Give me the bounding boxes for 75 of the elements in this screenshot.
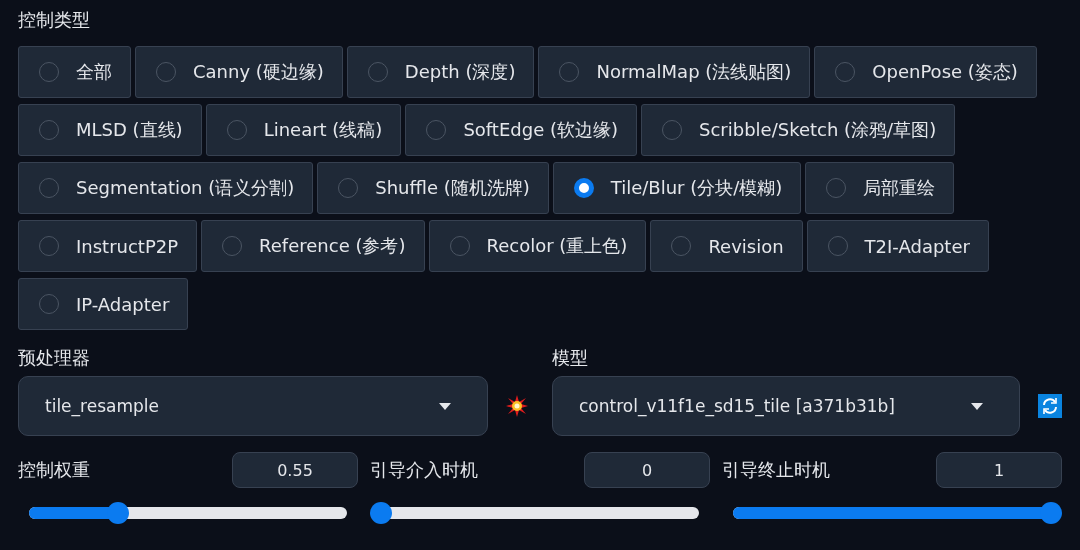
radio-button[interactable] xyxy=(662,120,682,140)
radio-option[interactable]: IP-Adapter xyxy=(18,278,189,330)
radio-button[interactable] xyxy=(39,236,59,256)
option-label: Tile/Blur (分块/模糊) xyxy=(610,176,783,200)
option-label: Shuffle (随机洗牌) xyxy=(375,176,530,200)
radio-button[interactable] xyxy=(559,62,580,82)
radio-button[interactable] xyxy=(826,178,847,198)
radio-option[interactable]: NormalMap (法线贴图) xyxy=(538,46,811,98)
radio-option[interactable]: Depth (深度) xyxy=(346,46,535,98)
option-label: Recolor (重上色) xyxy=(486,234,628,258)
number-field[interactable]: 0.55 xyxy=(232,452,358,488)
option-label: SoftEdge (软边缘) xyxy=(463,118,618,142)
option-label: 局部重绘 xyxy=(863,176,936,200)
slider-thumb[interactable] xyxy=(370,502,392,524)
radio-option[interactable]: SoftEdge (软边缘) xyxy=(405,104,637,156)
radio-button[interactable] xyxy=(39,120,59,140)
radio-button[interactable] xyxy=(449,236,470,256)
slider-label: 控制权重 xyxy=(18,458,90,482)
radio-option[interactable]: 局部重绘 xyxy=(805,162,955,214)
option-label: NormalMap (法线贴图) xyxy=(596,60,792,84)
option-label: Canny (硬边缘) xyxy=(193,60,324,84)
radio-option[interactable]: T2I-Adapter xyxy=(806,220,989,272)
refresh-icon[interactable] xyxy=(1038,394,1062,418)
radio-button[interactable] xyxy=(338,178,359,198)
radio-option[interactable]: Segmentation (语义分割) xyxy=(18,162,314,214)
option-label: 全部 xyxy=(76,60,112,84)
radio-button[interactable] xyxy=(426,120,447,140)
option-label: Reference (参考) xyxy=(259,234,406,258)
radio-option[interactable]: Recolor (重上色) xyxy=(428,220,647,272)
number-field[interactable]: 0 xyxy=(584,452,710,488)
radio-option[interactable]: MLSD (直线) xyxy=(18,104,202,156)
model-dropdown[interactable]: control_v11f1e_sd15_tile [a371b31b] xyxy=(552,376,1020,436)
option-label: Scribble/Sketch (涂鸦/草图) xyxy=(699,118,937,142)
radio-button[interactable] xyxy=(39,178,59,198)
field-label: 模型 xyxy=(552,346,589,370)
caret-icon xyxy=(971,402,983,410)
radio-option[interactable]: Reference (参考) xyxy=(201,220,425,272)
slider-thumb[interactable] xyxy=(107,502,130,524)
radio-option[interactable]: 全部 xyxy=(18,46,131,98)
option-label: Lineart (线稿) xyxy=(263,118,383,142)
option-label: IP-Adapter xyxy=(76,293,170,315)
radio-option[interactable]: InstructP2P xyxy=(18,220,198,272)
option-label: InstructP2P xyxy=(76,235,179,257)
option-label: OpenPose (姿态) xyxy=(872,60,1018,84)
option-label: Depth (深度) xyxy=(404,60,516,84)
radio-button[interactable] xyxy=(835,62,856,82)
radio-button[interactable] xyxy=(573,178,594,198)
explosion-icon[interactable] xyxy=(506,395,528,417)
radio-option[interactable]: Shuffle (随机洗牌) xyxy=(317,162,549,214)
option-label: Segmentation (语义分割) xyxy=(76,176,295,200)
slider-label: 引导介入时机 xyxy=(370,458,478,482)
section-label: 控制类型 xyxy=(18,8,91,32)
radio-option[interactable]: Tile/Blur (分块/模糊) xyxy=(552,162,802,214)
radio-option[interactable]: OpenPose (姿态) xyxy=(814,46,1037,98)
number-field[interactable]: 1 xyxy=(936,452,1062,488)
radio-option[interactable]: Scribble/Sketch (涂鸦/草图) xyxy=(641,104,956,156)
preprocessor-dropdown[interactable]: tile_resample xyxy=(18,376,488,436)
radio-button[interactable] xyxy=(39,294,59,314)
radio-button[interactable] xyxy=(156,62,176,82)
radio-option[interactable]: Revision xyxy=(650,220,803,272)
radio-button[interactable] xyxy=(367,62,388,82)
radio-button[interactable] xyxy=(827,236,848,256)
radio-button[interactable] xyxy=(671,236,692,256)
radio-option[interactable]: Canny (硬边缘) xyxy=(135,46,343,98)
radio-button[interactable] xyxy=(226,120,247,140)
radio-button[interactable] xyxy=(39,62,59,82)
option-label: T2I-Adapter xyxy=(864,235,970,257)
option-label: MLSD (直线) xyxy=(76,118,183,142)
slider-thumb[interactable] xyxy=(1040,502,1062,524)
option-label: Revision xyxy=(708,235,784,257)
radio-button[interactable] xyxy=(222,236,243,256)
radio-option[interactable]: Lineart (线稿) xyxy=(205,104,402,156)
caret-icon xyxy=(439,402,451,410)
field-label: 预处理器 xyxy=(18,346,91,370)
slider-label: 引导终止时机 xyxy=(722,458,830,482)
